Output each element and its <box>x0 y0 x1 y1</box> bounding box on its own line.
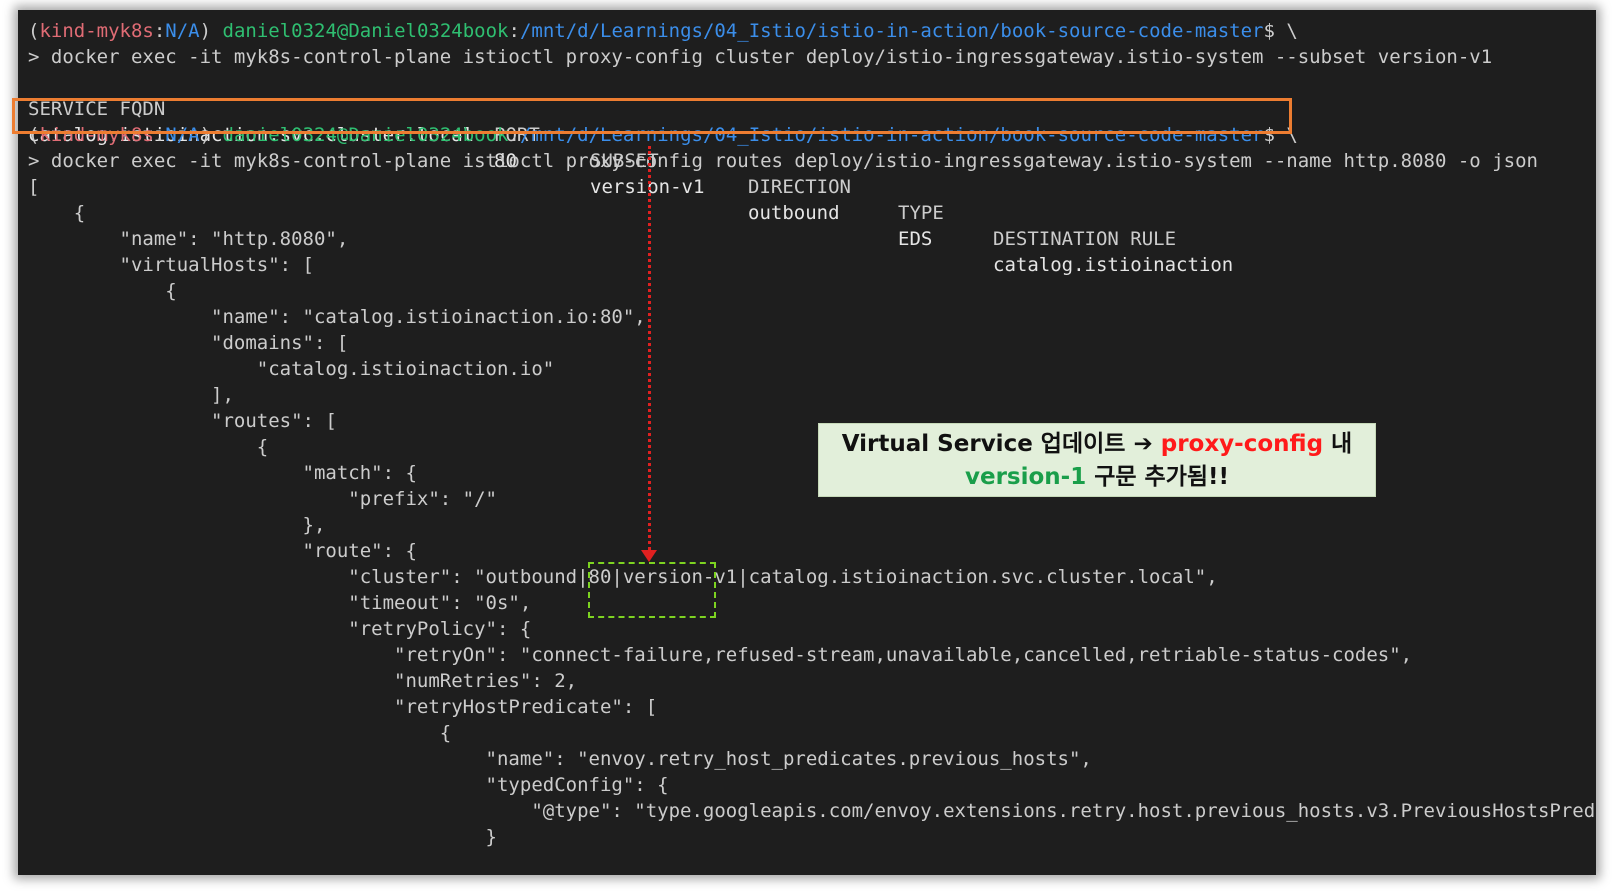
annotation-arrow-head-icon <box>641 550 657 562</box>
json-line: "numRetries": 2, <box>28 670 578 692</box>
callout-highlight-green: version-1 <box>964 464 1087 490</box>
cell-type: EDS <box>898 228 933 250</box>
header-type: TYPE <box>898 202 944 224</box>
json-line: } <box>28 826 497 848</box>
json-line: "retryHostPredicate": [ <box>28 696 658 718</box>
json-line: "typedConfig": { <box>28 774 669 796</box>
callout-text: Virtual Service 업데이트 ➔ <box>841 431 1161 457</box>
prompt-path: /mnt/d/Learnings/04_Istio/istio-in-actio… <box>519 20 1264 42</box>
callout-highlight-red: proxy-config <box>1160 431 1324 457</box>
highlight-box-cluster-row <box>12 98 1292 134</box>
header-destination-rule: DESTINATION RULE <box>993 228 1177 250</box>
json-line: { <box>28 722 452 744</box>
prompt-namespace: N/A <box>165 20 200 42</box>
json-line: "@type": "type.googleapis.com/envoy.exte… <box>28 800 1596 822</box>
cell-direction: outbound <box>748 202 840 224</box>
annotation-callout: Virtual Service 업데이트 ➔ proxy-config 내 ve… <box>818 423 1376 497</box>
json-line: }, <box>28 514 326 536</box>
json-line: [ <box>28 176 40 198</box>
callout-text: 구문 추가됨!! <box>1086 464 1230 490</box>
shell-prompt-1: (kind-myk8s:N/A) daniel0324@Daniel0324bo… <box>28 20 1298 42</box>
json-line: "name": "http.8080", <box>28 228 349 250</box>
json-line: { <box>28 202 86 224</box>
json-line: "retryPolicy": { <box>28 618 532 640</box>
json-line: "prefix": "/" <box>28 488 497 510</box>
json-line: "domains": [ <box>28 332 349 354</box>
callout-line-1: Virtual Service 업데이트 ➔ proxy-config 내 <box>819 428 1375 461</box>
prompt-suffix: $ \ <box>1263 20 1298 42</box>
table-header-row: SERVICE FQDN PORT SUBSET DIRECTION TYPE … <box>28 70 1176 250</box>
json-line: "route": { <box>28 540 417 562</box>
callout-text: 내 <box>1323 431 1353 457</box>
json-line: "name": "envoy.retry_host_predicates.pre… <box>28 748 1092 770</box>
json-line: { <box>28 436 269 458</box>
header-direction: DIRECTION <box>748 176 851 198</box>
json-line: ], <box>28 384 234 406</box>
annotation-arrow-line <box>648 146 651 550</box>
json-line: { <box>28 280 177 302</box>
command-line-2: > docker exec -it myk8s-control-plane is… <box>28 150 1538 172</box>
json-line: "name": "catalog.istioinaction.io:80", <box>28 306 646 328</box>
cell-destination-rule: catalog.istioinaction <box>993 254 1234 276</box>
json-line: "virtualHosts": [ <box>28 254 314 276</box>
command-line-1: > docker exec -it myk8s-control-plane is… <box>28 46 1493 68</box>
prompt-env: kind-myk8s <box>39 20 154 42</box>
prompt-user: daniel0324@Daniel0324book <box>222 20 509 42</box>
json-line: "catalog.istioinaction.io" <box>28 358 555 380</box>
callout-line-2: version-1 구문 추가됨!! <box>819 461 1375 494</box>
json-line: "retryOn": "connect-failure,refused-stre… <box>28 644 1413 666</box>
json-line: "routes": [ <box>28 410 337 432</box>
highlight-box-version-subset <box>588 562 716 618</box>
json-line: "match": { <box>28 462 417 484</box>
json-line: "timeout": "0s", <box>28 592 532 614</box>
